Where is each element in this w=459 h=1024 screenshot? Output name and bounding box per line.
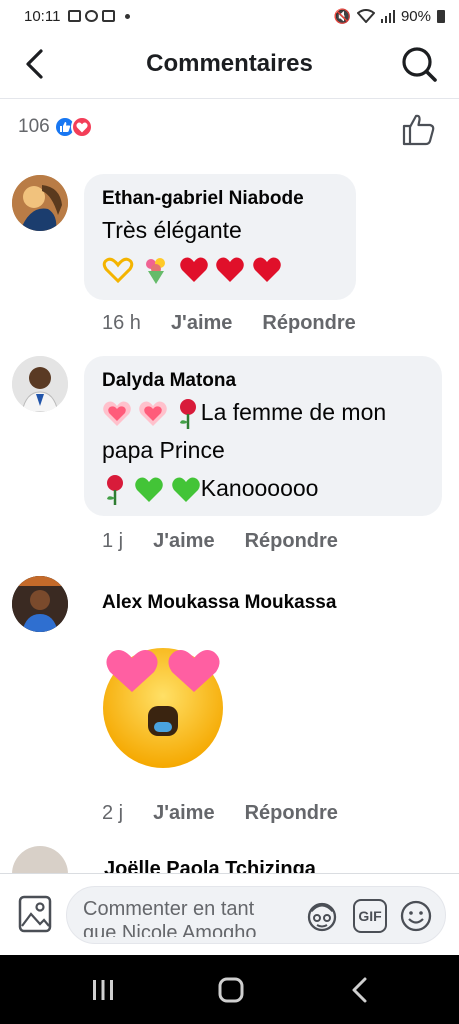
photo-icon[interactable] [18, 894, 52, 934]
comment-input-placeholder: Commenter en tant que Nicole Amogho [83, 898, 257, 937]
comment-text: Très élégante [102, 217, 242, 243]
like-post-icon[interactable] [401, 112, 437, 148]
comment-author[interactable]: Ethan-gabriel Niabode [102, 188, 338, 210]
emoji-icon[interactable] [399, 899, 433, 933]
page-title: Commentaires [146, 50, 313, 77]
app-header: Commentaires [0, 32, 459, 96]
comment-time: 2 j [102, 802, 124, 824]
heart-eyes-sticker-icon[interactable] [98, 640, 228, 770]
battery-icon [437, 9, 445, 23]
avatar[interactable] [12, 356, 68, 412]
back-nav-icon[interactable] [345, 975, 375, 1005]
comment-author[interactable]: Alex Moukassa Moukassa [102, 592, 336, 614]
home-icon[interactable] [216, 975, 246, 1005]
rose-emoji-icon [179, 398, 196, 429]
comment-like-button[interactable]: J'aime [171, 312, 232, 335]
comment-text-line: La femme de mon [102, 394, 424, 430]
mute-icon: 🔇 [333, 7, 351, 24]
battery-percent: 90% [400, 7, 431, 25]
back-arrow-icon[interactable] [18, 46, 54, 82]
comment-like-button[interactable]: J'aime [153, 802, 214, 825]
header-divider [0, 98, 459, 99]
recent-apps-icon[interactable] [88, 975, 118, 1005]
search-icon[interactable] [399, 44, 439, 84]
growing-heart-emoji-icon [139, 401, 168, 426]
avatar-sticker-icon[interactable] [305, 899, 339, 933]
status-bar: 10:11 🔇 90% [0, 0, 459, 32]
comment-composer: Commenter en tant que Nicole Amogho GIF [0, 873, 459, 955]
bouquet-emoji-icon [146, 257, 166, 284]
red-heart-emoji-icon [180, 257, 208, 282]
heart-hands-emoji-icon [102, 257, 134, 283]
reactions-count: 106 [18, 116, 50, 137]
avatar[interactable] [12, 175, 68, 231]
gallery-notification-icon [68, 10, 82, 22]
app-notification-icon [102, 10, 116, 22]
green-heart-emoji-icon [172, 477, 200, 502]
comment-input[interactable]: Commenter en tant que Nicole Amogho GIF [66, 886, 446, 944]
comment-time: 1 j [102, 530, 124, 552]
comment-text-line: Kanoooooo [102, 470, 424, 506]
growing-heart-emoji-icon [103, 401, 131, 426]
gif-label: GIF [358, 908, 382, 924]
red-heart-emoji-icon [216, 257, 244, 282]
comment-text: La femme de mon [200, 399, 387, 425]
gif-icon[interactable]: GIF [353, 899, 387, 933]
green-heart-emoji-icon [135, 477, 164, 502]
comment-meta: 2 j J'aime Répondre [102, 802, 338, 825]
comment-meta: 16 h J'aime Répondre [102, 312, 356, 335]
wifi-icon [356, 9, 375, 23]
avatar[interactable] [12, 576, 68, 632]
reactions-summary[interactable]: 106 [18, 116, 93, 138]
comment-text: papa Prince [102, 437, 225, 463]
red-heart-emoji-icon [252, 257, 281, 282]
comment-reply-button[interactable]: Répondre [245, 530, 338, 553]
comment-bubble[interactable]: Dalyda Matona La femme de mon papa Princ… [84, 356, 442, 516]
status-time: 10:11 [24, 7, 61, 25]
comment-author[interactable]: Dalyda Matona [102, 370, 424, 392]
comment-emoji-row [102, 250, 338, 284]
notification-icons [68, 10, 131, 22]
whatsapp-notification-icon [85, 10, 99, 22]
comment-meta: 1 j J'aime Répondre [102, 530, 338, 553]
system-navigation-bar [0, 955, 459, 1024]
comment-reply-button[interactable]: Répondre [262, 312, 355, 335]
more-notifications-dot [125, 13, 131, 19]
comment-reply-button[interactable]: Répondre [245, 802, 338, 825]
comment-time: 16 h [102, 312, 141, 334]
comment-text: Kanoooooo [200, 475, 319, 501]
comment-bubble[interactable]: Ethan-gabriel Niabode Très élégante [84, 174, 356, 300]
love-reaction-icon [70, 116, 93, 138]
signal-icon [380, 10, 395, 23]
comment-like-button[interactable]: J'aime [153, 530, 214, 553]
rose-emoji-icon [107, 474, 123, 505]
